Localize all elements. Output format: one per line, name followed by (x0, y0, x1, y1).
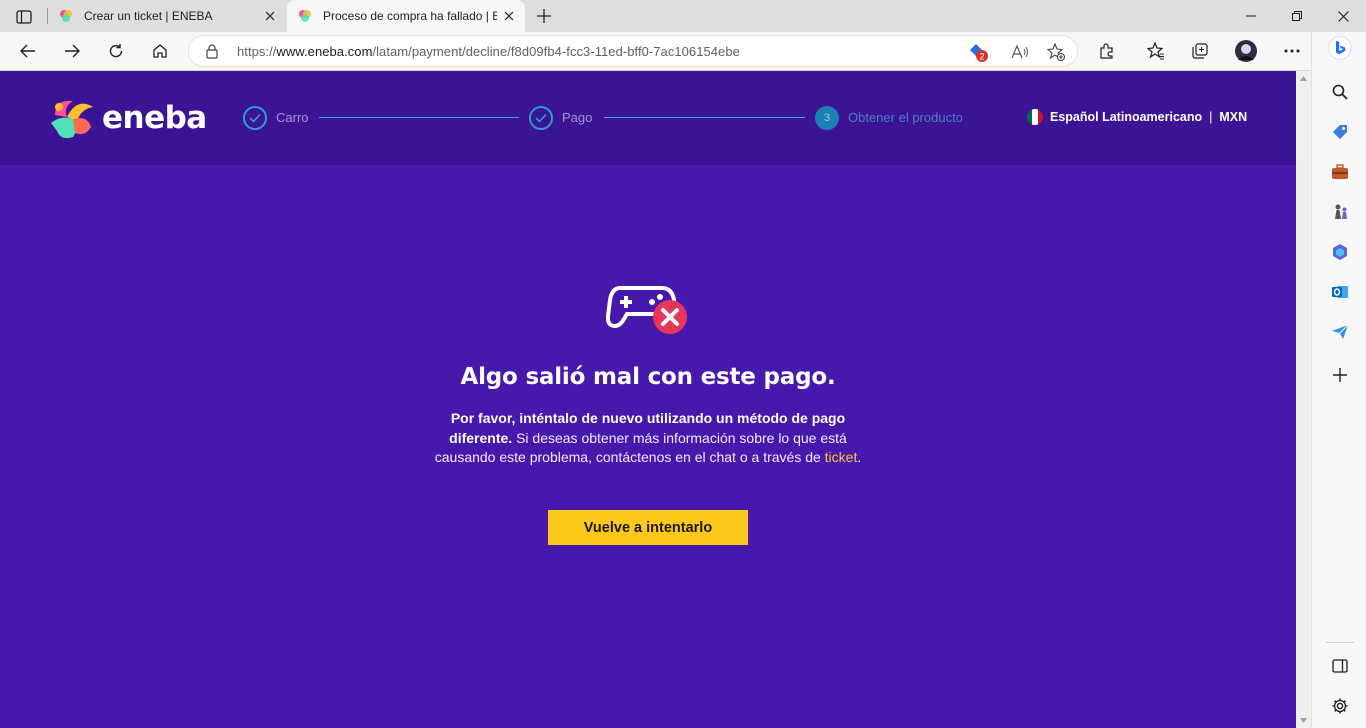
close-window-button[interactable] (1320, 0, 1366, 32)
refresh-button[interactable] (100, 36, 132, 66)
edge-sidebar (1311, 32, 1366, 728)
send-drop-icon[interactable] (1328, 320, 1352, 344)
minimize-window-button[interactable] (1228, 0, 1274, 32)
browser-toolbar: https://www.eneba.com/latam/payment/decl… (0, 32, 1366, 71)
microsoft-365-icon[interactable] (1328, 240, 1352, 264)
sidebar-settings-gear-icon[interactable] (1328, 694, 1352, 718)
eneba-page: eneba Carro Pago 3 Obtener el producto E… (0, 71, 1296, 728)
new-tab-button[interactable] (532, 4, 556, 28)
tab-actions-menu-icon[interactable] (10, 6, 38, 28)
games-chess-icon[interactable] (1328, 200, 1352, 224)
logo-wordmark: eneba (102, 100, 207, 136)
bing-chat-icon[interactable] (1328, 36, 1352, 60)
language-label: Español Latinoamericano (1050, 110, 1203, 124)
home-button[interactable] (144, 36, 176, 66)
close-tab-icon[interactable] (497, 4, 521, 28)
extension-alert-icon[interactable]: 2 (967, 41, 989, 63)
checkout-header: eneba Carro Pago 3 Obtener el producto E… (0, 71, 1296, 165)
step-obtener-label: Obtener el producto (848, 110, 963, 125)
extensions-icon[interactable] (1091, 36, 1123, 66)
step-carro-done-icon (243, 106, 267, 130)
settings-more-icon[interactable] (1276, 36, 1308, 66)
shopping-tag-icon[interactable] (1328, 120, 1352, 144)
error-description-end: . (857, 449, 862, 465)
sidebar-divider (1326, 642, 1354, 643)
extension-badge-count: 2 (979, 52, 984, 62)
gamepad-error-icon (606, 286, 687, 334)
error-description: Por favor, inténtalo de nuevo utilizando… (430, 409, 866, 468)
locale-separator: | (1209, 110, 1213, 124)
hide-sidebar-icon[interactable] (1328, 654, 1352, 678)
eneba-logo-icon (51, 100, 93, 139)
browser-tab-strip: Crear un ticket | ENEBA Proceso de compr… (0, 0, 1366, 32)
retry-button[interactable]: Vuelve a intentarlo (548, 510, 748, 545)
search-icon[interactable] (1328, 80, 1352, 104)
url-scheme: https:// (237, 44, 277, 59)
lock-icon[interactable] (205, 43, 219, 59)
eneba-logo[interactable]: eneba (47, 93, 207, 143)
scroll-down-arrow-icon[interactable] (1296, 713, 1311, 728)
step-3-number: 3 (815, 106, 839, 130)
close-tab-icon[interactable] (258, 4, 282, 28)
tab-title: Crear un ticket | ENEBA (84, 9, 213, 23)
step-carro-label: Carro (276, 110, 309, 125)
step-connector (319, 117, 519, 118)
tab-title: Proceso de compra ha fallado | E (323, 9, 497, 23)
collections-icon[interactable] (1184, 36, 1216, 66)
mexico-flag-icon (1027, 109, 1043, 125)
error-title: Algo salió mal con este pago. (460, 364, 836, 390)
address-bar[interactable]: https://www.eneba.com/latam/payment/decl… (188, 35, 1078, 67)
tools-briefcase-icon[interactable] (1328, 160, 1352, 184)
add-sidebar-app-icon[interactable] (1328, 363, 1352, 387)
back-button[interactable] (12, 36, 44, 66)
add-favorite-icon[interactable] (1045, 41, 1067, 63)
url-path: /latam/payment/decline/f8d09fb4-fcc3-11e… (372, 44, 740, 59)
forward-button[interactable] (56, 36, 88, 66)
scroll-up-arrow-icon[interactable] (1296, 71, 1311, 86)
favorites-icon[interactable] (1140, 36, 1172, 66)
restore-window-button[interactable] (1274, 0, 1320, 32)
step-pago-done-icon (529, 106, 553, 130)
locale-selector[interactable]: Español Latinoamericano | MXN (1027, 109, 1247, 125)
eneba-favicon-icon (299, 10, 311, 22)
currency-label: MXN (1219, 110, 1248, 124)
step-connector (604, 117, 805, 118)
url-host: www.eneba.com (276, 44, 373, 59)
browser-tab-create-ticket[interactable]: Crear un ticket | ENEBA (48, 0, 286, 32)
ticket-link[interactable]: ticket (825, 449, 858, 465)
eneba-favicon-icon (60, 10, 72, 22)
browser-tab-payment-failed[interactable]: Proceso de compra ha fallado | E (287, 0, 525, 32)
page-scrollbar[interactable] (1296, 71, 1311, 728)
step-pago-label: Pago (562, 110, 593, 125)
url-text[interactable]: https://www.eneba.com/latam/payment/decl… (237, 44, 740, 59)
outlook-icon[interactable] (1328, 280, 1352, 304)
profile-avatar[interactable] (1230, 36, 1262, 66)
read-aloud-icon[interactable] (1009, 41, 1031, 63)
